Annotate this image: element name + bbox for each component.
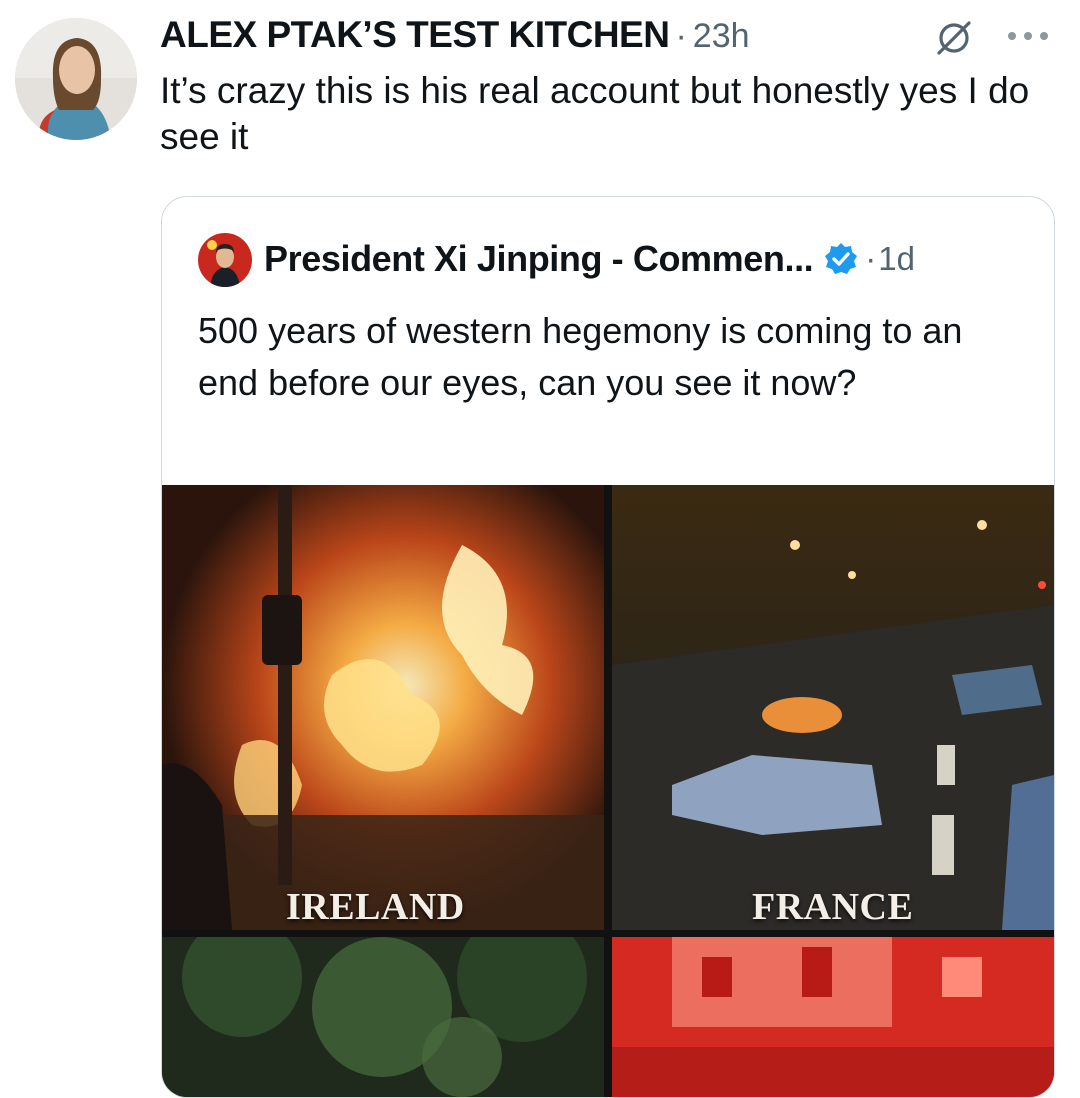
grok-slash-icon[interactable] xyxy=(934,18,974,58)
quote-author-avatar[interactable] xyxy=(198,233,252,287)
red-building-image xyxy=(612,937,1054,1097)
post-text: It’s crazy this is his real account but … xyxy=(160,70,1030,157)
author-name[interactable]: ALEX PTAK’S TEST KITCHEN xyxy=(160,14,670,56)
quote-author-name[interactable]: President Xi Jinping - Commen... xyxy=(264,238,814,280)
media-caption: FRANCE xyxy=(752,886,914,928)
street-scene-image xyxy=(612,485,1054,930)
media-tile-3[interactable] xyxy=(162,937,604,1097)
author-avatar[interactable] xyxy=(15,18,137,140)
trees-scene-image xyxy=(162,937,604,1097)
media-tile-ireland[interactable]: IRELAND xyxy=(162,485,604,930)
separator-dot: · xyxy=(675,17,687,55)
quote-header: President Xi Jinping - Commen... · 1d xyxy=(264,235,915,283)
separator-dot: · xyxy=(865,240,877,277)
media-tile-france[interactable]: FRANCE xyxy=(612,485,1054,930)
quote-card[interactable]: President Xi Jinping - Commen... · 1d 50… xyxy=(161,196,1055,1098)
quote-timestamp[interactable]: 1d xyxy=(878,240,915,278)
post-timestamp[interactable]: 23h xyxy=(693,17,750,56)
author-avatar-image xyxy=(15,18,137,140)
verified-badge-icon xyxy=(825,243,858,274)
media-caption: IRELAND xyxy=(286,886,465,928)
more-horizontal-icon[interactable] xyxy=(1004,22,1052,50)
post-header: ALEX PTAK’S TEST KITCHEN · 23h xyxy=(160,14,750,58)
quote-text: 500 years of western hegemony is coming … xyxy=(198,310,963,403)
media-grid: IRELAND FRANCE xyxy=(162,485,1054,1097)
media-tile-4[interactable] xyxy=(612,937,1054,1097)
fire-scene-image xyxy=(162,485,604,930)
